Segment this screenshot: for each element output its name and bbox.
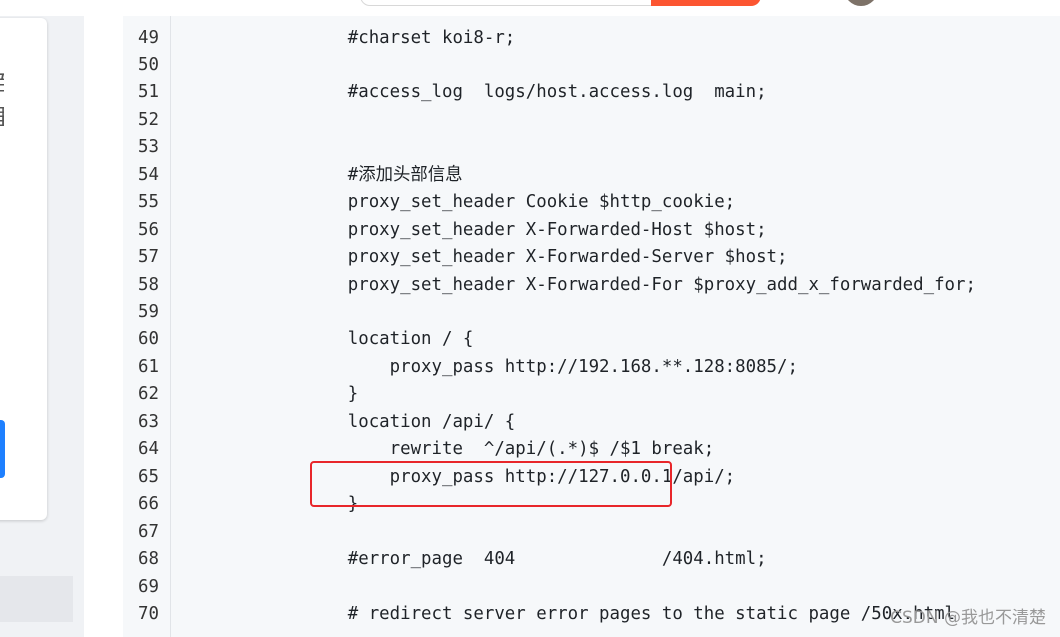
code-text: location / {: [264, 329, 474, 350]
code-text: }: [264, 384, 359, 405]
code-line: 52: [123, 107, 1060, 135]
top-navigation-bar: [0, 0, 1060, 16]
code-line: 62 }: [123, 381, 1060, 409]
line-number: 55: [138, 192, 159, 213]
code-line: 67: [123, 519, 1060, 547]
code-line: 59: [123, 299, 1060, 327]
line-number: 59: [138, 302, 159, 322]
code-text: # redirect server error pages to the sta…: [264, 603, 956, 624]
line-number: 67: [138, 521, 159, 542]
line-number: 54: [138, 164, 159, 185]
line-number: 50: [138, 54, 159, 75]
code-line: 64 rewrite ^/api/(.*)$ /$1 break;: [123, 436, 1060, 464]
code-line: 69: [123, 574, 1060, 602]
code-line: 58 proxy_set_header X-Forwarded-For $pro…: [123, 272, 1060, 300]
csdn-watermark: CSDN @我也不清楚: [890, 608, 1046, 628]
line-number: 57: [138, 247, 159, 268]
line-number: 70: [138, 603, 159, 624]
line-number: 68: [138, 549, 159, 570]
code-line: 61 proxy_pass http://192.168.**.128:8085…: [123, 354, 1060, 382]
code-text: #access_log logs/host.access.log main;: [264, 82, 767, 103]
code-text: #添加头部信息: [264, 164, 463, 185]
code-line: 53: [123, 134, 1060, 162]
line-number: 49: [138, 27, 159, 48]
code-line: 51 #access_log logs/host.access.log main…: [123, 79, 1060, 107]
code-text: proxy_pass http://192.168.**.128:8085/;: [264, 356, 798, 377]
code-line: 49 #charset koi8-r;: [123, 25, 1060, 53]
line-number: 53: [138, 137, 159, 158]
line-number: 52: [138, 109, 159, 130]
left-sidebar-card: 百 里: [0, 18, 47, 520]
code-text: proxy_set_header Cookie $http_cookie;: [264, 192, 736, 213]
code-line: 50: [123, 52, 1060, 80]
line-number: 61: [138, 356, 159, 377]
code-text: rewrite ^/api/(.*)$ /$1 break;: [264, 439, 715, 460]
line-number: 56: [138, 219, 159, 240]
sidebar-action-button[interactable]: [0, 420, 5, 478]
sidebar-text: 百 里: [0, 68, 4, 136]
code-line: 60 location / {: [123, 326, 1060, 354]
code-line: 57 proxy_set_header X-Forwarded-Server $…: [123, 244, 1060, 272]
line-number: 58: [138, 274, 159, 295]
sidebar-section-bar: [0, 576, 73, 622]
highlight-annotation-box: [310, 461, 672, 507]
code-line: 55 proxy_set_header Cookie $http_cookie;: [123, 189, 1060, 217]
code-line: 63 location /api/ {: [123, 409, 1060, 437]
line-number: 51: [138, 82, 159, 103]
line-number: 60: [138, 329, 159, 350]
line-number: 65: [138, 466, 159, 487]
code-line: 68 #error_page 404 /404.html;: [123, 546, 1060, 574]
code-text: proxy_set_header X-Forwarded-For $proxy_…: [264, 274, 976, 295]
code-line: 54 #添加头部信息: [123, 162, 1060, 190]
code-text: #charset koi8-r;: [264, 27, 516, 48]
line-number: 69: [138, 576, 159, 597]
code-line: 56 proxy_set_header X-Forwarded-Host $ho…: [123, 217, 1060, 245]
code-text: location /api/ {: [264, 411, 516, 432]
avatar[interactable]: [844, 0, 878, 6]
search-input[interactable]: [360, 0, 662, 6]
line-number: 62: [138, 384, 159, 405]
line-number: 64: [138, 439, 159, 460]
line-number: 66: [138, 494, 159, 515]
code-text: #error_page 404 /404.html;: [264, 549, 767, 570]
code-text: proxy_set_header X-Forwarded-Server $hos…: [264, 247, 788, 268]
search-button[interactable]: [651, 0, 761, 6]
line-number: 63: [138, 411, 159, 432]
code-text: proxy_set_header X-Forwarded-Host $host;: [264, 219, 767, 240]
